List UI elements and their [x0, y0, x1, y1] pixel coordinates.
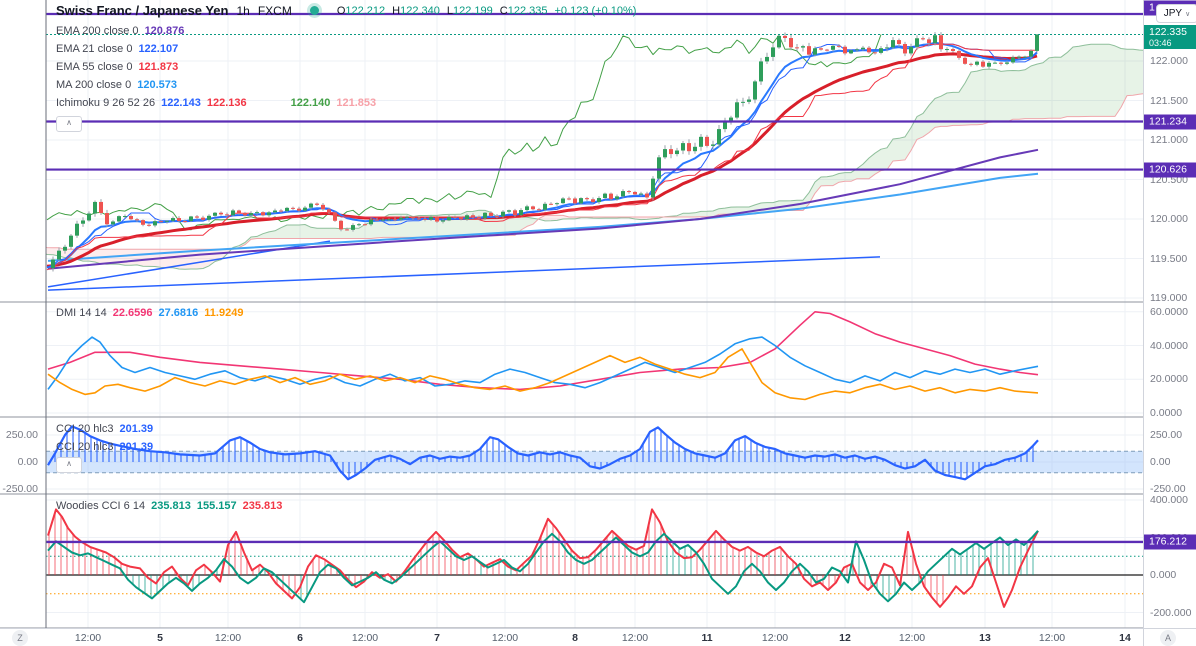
time-axis[interactable]: Z A 12:00 5 12:00 6 12:00 7 12:00 8 12:00 11 12:00…	[0, 628, 1196, 646]
time-tick-label: 6	[297, 632, 303, 644]
legend-value: 122.107	[138, 43, 179, 55]
legend-value: 121.873	[138, 61, 179, 73]
interval-label[interactable]: 1h	[236, 4, 249, 18]
timezone-button[interactable]: Z	[12, 630, 28, 646]
axis-tick-label: 40.0000	[1150, 339, 1188, 352]
time-tick-label: 7	[434, 632, 440, 644]
time-tick-label: 12:00	[214, 632, 242, 644]
legend-cci-2: CCI 20 hlc3 201.39	[56, 441, 154, 453]
time-tick-label: 8	[572, 632, 578, 644]
axis-tick-label: 0.00	[1150, 456, 1171, 468]
cci-left-tick-label: 0.00	[17, 456, 38, 468]
price-line-badge: 121.234	[1144, 114, 1196, 129]
price-line-badge: 120.626	[1144, 162, 1196, 178]
exchange-label: FXCM	[257, 3, 292, 18]
time-tick-label: 12:00	[1038, 632, 1066, 644]
legend-woodies: Woodies CCI 6 14 235.813 155.157 235.813	[56, 500, 283, 512]
legend-value: 122.140	[290, 97, 331, 109]
legend-value: 201.39	[119, 441, 154, 453]
time-tick-label: 14	[1119, 632, 1131, 644]
axis-tick-label: 121.500	[1150, 94, 1188, 107]
legend-value: 27.6816	[158, 307, 199, 319]
legend-ema200: EMA 200 close 0 120.876	[56, 25, 185, 37]
legend-value: 122.136	[206, 97, 247, 109]
axis-tick-label: 122.000	[1150, 55, 1188, 67]
change-value: +0.123 (+0.10%)	[554, 4, 637, 17]
legend-value: 120.876	[144, 25, 185, 37]
time-tick-label: 11	[701, 632, 713, 644]
time-tick-label: 12:00	[491, 632, 519, 644]
legend-ema21: EMA 21 close 0 122.107	[56, 43, 179, 55]
collapse-legend-button[interactable]: ∧	[56, 116, 82, 132]
axis-tick-label: 121.000	[1150, 134, 1188, 146]
symbol-title[interactable]: Swiss Franc / Japanese Yen	[56, 3, 228, 18]
axis-tick-label: 0.000	[1150, 569, 1177, 581]
legend-ema55: EMA 55 close 0 121.873	[56, 61, 179, 73]
indicator-line-badge: 176.212	[1144, 534, 1196, 550]
chart-header: Swiss Franc / Japanese Yen 1h FXCM O122.…	[56, 3, 636, 18]
legend-ichimoku: Ichimoku 9 26 52 26 122.143 122.136 122.140…	[56, 97, 377, 109]
legend-ma200: MA 200 close 0 120.573	[56, 79, 177, 91]
axis-tick-label: 119.000	[1150, 292, 1188, 304]
time-tick-label: 13	[979, 632, 991, 644]
legend-value: 22.6596	[112, 307, 153, 319]
axis-tick-label: 250.00	[1150, 429, 1183, 441]
collapse-cci-button[interactable]: ∧	[56, 457, 82, 473]
trading-chart-window: Swiss Franc / Japanese Yen 1h FXCM O122.…	[0, 0, 1196, 646]
chevron-up-icon: ∧	[66, 459, 72, 468]
legend-cci-1: CCI 20 hlc3 201.39	[56, 423, 154, 435]
legend-dmi: DMI 14 14 22.6596 27.6816 11.9249	[56, 307, 244, 319]
legend-value: 120.573	[137, 79, 177, 91]
legend-value: 122.143	[161, 97, 201, 109]
market-status-icon	[309, 6, 319, 15]
legend-value: 121.853	[336, 97, 377, 109]
legend-value: 11.9249	[204, 307, 244, 319]
axis-tick-label: 20.0000	[1150, 373, 1188, 386]
ohlc-values: O122.212 H122.340 L122.199 C122.335 +0.1…	[336, 4, 637, 17]
time-tick-label: 12:00	[74, 632, 102, 644]
time-tick-label: 5	[157, 632, 163, 644]
axis-tick-label: 120.000	[1150, 213, 1188, 225]
axis-tick-label: 400.000	[1150, 494, 1188, 506]
price-axis[interactable]: 122.000 121.500 121.000 120.500 120.000 119.5…	[1143, 0, 1196, 628]
auto-scale-button[interactable]: A	[1160, 630, 1176, 646]
time-tick-label: 12:00	[621, 632, 649, 644]
time-tick-label: 12	[839, 632, 851, 644]
chevron-up-icon: ∧	[66, 118, 72, 127]
legend-value: 155.157	[196, 500, 237, 512]
cci-left-tick-label: 250.00	[5, 429, 38, 441]
currency-dropdown[interactable]: JPY ∨	[1156, 4, 1196, 23]
axis-tick-label: 60.0000	[1150, 305, 1188, 318]
axis-tick-label: 119.500	[1150, 252, 1188, 265]
time-tick-label: 12:00	[761, 632, 789, 644]
legend-value: 235.813	[242, 500, 283, 512]
cci-left-axis: 250.00 0.00 -250.00	[0, 0, 42, 646]
legend-value: 201.39	[119, 423, 154, 435]
cci-left-tick-label: -250.00	[2, 483, 38, 495]
time-tick-label: 12:00	[351, 632, 379, 644]
axis-corner-separator	[1143, 629, 1144, 646]
axis-tick-label: 0.0000	[1150, 407, 1183, 419]
legend-value: 235.813	[151, 500, 191, 512]
axis-tick-label: -200.000	[1150, 606, 1192, 619]
last-price-badge: 122.335 03:46	[1144, 25, 1196, 49]
chevron-down-icon: ∨	[1185, 10, 1191, 18]
time-tick-label: 12:00	[898, 632, 926, 644]
